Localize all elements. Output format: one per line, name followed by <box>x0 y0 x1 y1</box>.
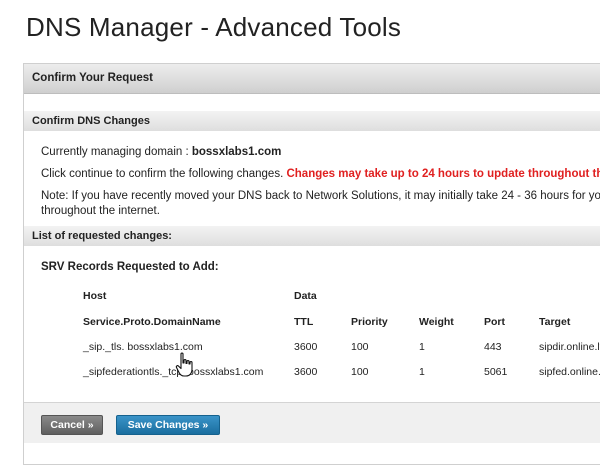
row-ttl: 3600 <box>294 366 318 378</box>
col-ttl: TTL <box>294 316 314 328</box>
panel-header: Confirm Your Request <box>24 64 600 94</box>
changes-section-title: List of requested changes: <box>32 230 172 242</box>
col-weight: Weight <box>419 316 454 328</box>
row-port: 5061 <box>484 366 508 378</box>
data-header: Data <box>294 290 317 302</box>
row-ttl: 3600 <box>294 341 318 353</box>
srv-records-title: SRV Records Requested to Add: <box>41 261 219 273</box>
row-priority: 100 <box>351 366 369 378</box>
cancel-button[interactable]: Cancel » <box>41 415 103 435</box>
row-target: sipfed.online.lync.com <box>539 366 600 378</box>
row-port: 443 <box>484 341 502 353</box>
continue-text: Click continue to confirm the following … <box>41 168 287 180</box>
hand-cursor-icon <box>175 352 193 377</box>
col-service-proto-domain: Service.Proto.DomainName <box>83 316 221 328</box>
row-target: sipdir.online.lync.com <box>539 341 600 353</box>
host-header: Host <box>83 290 107 302</box>
changes-section-bar: List of requested changes: <box>24 226 600 246</box>
col-port: Port <box>484 316 505 328</box>
confirm-dns-section-title: Confirm DNS Changes <box>32 115 150 127</box>
action-footer: Cancel » Save Changes » <box>24 402 600 443</box>
row-service: _sipfederationtls._tcp. bossxlabs1.com <box>83 366 264 378</box>
update-warning: Changes may take up to 24 hours to updat… <box>286 168 600 180</box>
continue-line: Click continue to confirm the following … <box>41 168 600 180</box>
note-line-1: Note: If you have recently moved your DN… <box>41 190 600 202</box>
save-changes-button[interactable]: Save Changes » <box>116 415 220 435</box>
col-target: Target <box>539 316 571 328</box>
row-priority: 100 <box>351 341 369 353</box>
panel-title: Confirm Your Request <box>32 72 153 84</box>
row-weight: 1 <box>419 341 425 353</box>
confirm-dns-section-bar: Confirm DNS Changes <box>24 111 600 131</box>
page-title: DNS Manager - Advanced Tools <box>26 12 402 42</box>
managing-domain-label: Currently managing domain : <box>41 146 192 158</box>
col-priority: Priority <box>351 316 388 328</box>
confirm-request-panel: Confirm Your Request Confirm DNS Changes… <box>23 63 600 465</box>
managing-domain-value: bossxlabs1.com <box>191 146 282 158</box>
managing-domain-line: Currently managing domain : bossxlabs1.c… <box>41 146 281 158</box>
row-weight: 1 <box>419 366 425 378</box>
note-line-2: throughout the internet. <box>41 205 160 217</box>
